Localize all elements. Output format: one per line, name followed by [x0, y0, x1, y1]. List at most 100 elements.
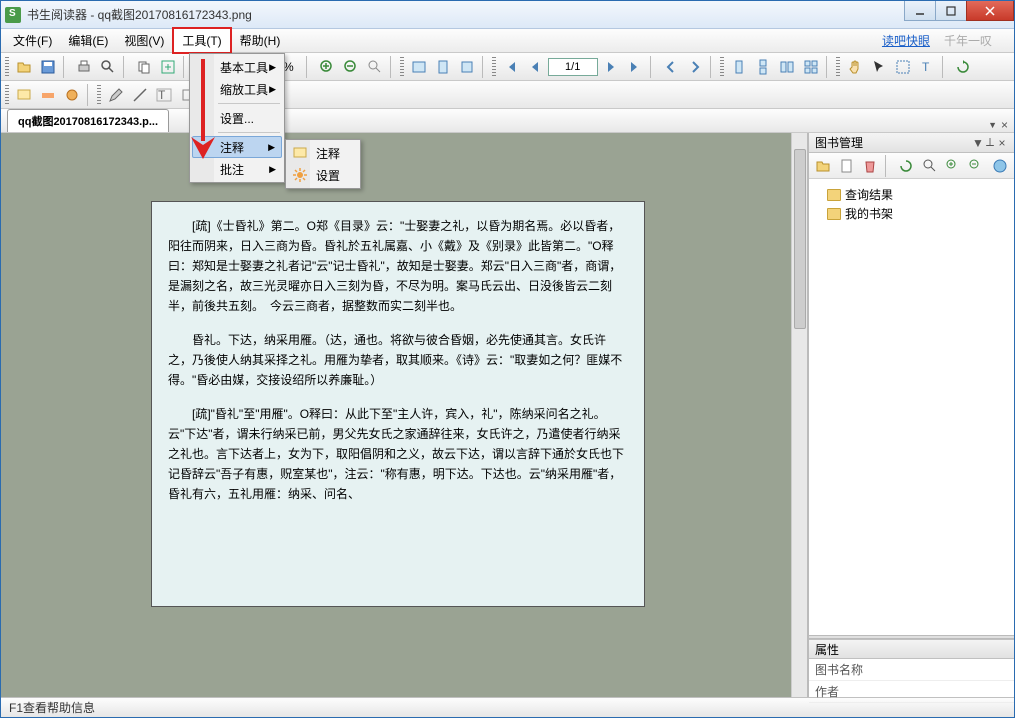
- titlebar: 书生阅读器 - qq截图20170816172343.png: [1, 1, 1014, 29]
- properties-title: 属性: [815, 641, 839, 658]
- submenu-settings[interactable]: 设置: [288, 164, 358, 186]
- submenu-annotate[interactable]: 注释: [288, 142, 358, 164]
- menu-basic-tools[interactable]: 基本工具▶: [192, 56, 282, 78]
- toolbar-grip[interactable]: [5, 85, 9, 105]
- layout-grid-icon[interactable]: [800, 56, 822, 78]
- page-indicator[interactable]: 1/1: [548, 58, 598, 76]
- toolbar-grip[interactable]: [720, 57, 724, 77]
- panel-refresh-icon[interactable]: [896, 155, 916, 177]
- panel-close-icon[interactable]: ×: [996, 136, 1008, 150]
- tab-close-icon[interactable]: ×: [1001, 118, 1008, 132]
- menu-tools[interactable]: 工具(T): [172, 27, 231, 54]
- menu-zoom-tools[interactable]: 缩放工具▶: [192, 78, 282, 100]
- zoom-region-icon[interactable]: [364, 56, 386, 78]
- folder-icon: [827, 189, 841, 201]
- doc-para-1: [疏]《士昏礼》第二。O郑《目录》云："士娶妻之礼，以昏为期名焉。必以昏者，阳往…: [168, 216, 628, 316]
- library-tree[interactable]: 查询结果 我的书架: [809, 179, 1014, 635]
- minimize-button[interactable]: [904, 1, 936, 21]
- menu-help[interactable]: 帮助(H): [232, 29, 289, 52]
- select-tool-icon[interactable]: [868, 56, 890, 78]
- rotate-icon[interactable]: [952, 56, 974, 78]
- toolbar-grip[interactable]: [5, 57, 9, 77]
- toolbar-grip[interactable]: [400, 57, 404, 77]
- panel-zoomout-icon[interactable]: [966, 155, 986, 177]
- prop-author-label: 作者: [809, 681, 879, 702]
- toolbar-annotate: T: [1, 81, 1014, 109]
- panel-zoomin-icon[interactable]: [943, 155, 963, 177]
- first-page-icon[interactable]: [500, 56, 522, 78]
- menu-view[interactable]: 视图(V): [116, 29, 172, 52]
- tools-dropdown: 基本工具▶ 缩放工具▶ 设置... 注释▶ 批注▶: [189, 53, 285, 183]
- doc-para-2: 昏礼。下达，纳采用雁。（达，通也。将欲与彼合昏姻，必先使通其言。女氏许之，乃後使…: [168, 330, 628, 390]
- marquee-tool-icon[interactable]: [892, 56, 914, 78]
- export-icon[interactable]: [157, 56, 179, 78]
- panel-title: 图书管理: [815, 134, 863, 151]
- panel-open-icon[interactable]: [813, 155, 833, 177]
- document-tab[interactable]: qq截图20170816172343.p...: [7, 109, 169, 132]
- toolbar-grip[interactable]: [492, 57, 496, 77]
- menu-markup[interactable]: 批注▶: [192, 158, 282, 180]
- svg-text:T: T: [158, 88, 166, 102]
- link-qiannian[interactable]: 千年一叹: [944, 32, 992, 49]
- doc-para-3: [疏]"昏礼"至"用雁"。O释曰：从此下至"主人许，宾入，礼"，陈纳采问名之礼。…: [168, 404, 628, 504]
- last-page-icon[interactable]: [624, 56, 646, 78]
- fit-page-icon[interactable]: [432, 56, 454, 78]
- panel-toolbar: [809, 153, 1014, 179]
- link-duba[interactable]: 读吧快眼: [882, 32, 930, 49]
- open-icon[interactable]: [13, 56, 35, 78]
- zoom-out-icon[interactable]: [340, 56, 362, 78]
- close-button[interactable]: [966, 1, 1014, 21]
- panel-delete-icon[interactable]: [860, 155, 880, 177]
- svg-text:T: T: [922, 60, 930, 74]
- copy-icon[interactable]: [133, 56, 155, 78]
- print-icon[interactable]: [73, 56, 95, 78]
- note-icon[interactable]: [13, 84, 35, 106]
- pencil-icon[interactable]: [105, 84, 127, 106]
- document-viewport[interactable]: [疏]《士昏礼》第二。O郑《目录》云："士娶妻之礼，以昏为期名焉。必以昏者，阳往…: [1, 133, 808, 697]
- folder-icon: [827, 208, 841, 220]
- maximize-button[interactable]: [935, 1, 967, 21]
- highlight-icon[interactable]: [37, 84, 59, 106]
- menubar: 文件(F) 编辑(E) 视图(V) 工具(T) 帮助(H) 读吧快眼 千年一叹: [1, 29, 1014, 53]
- side-panel: 图书管理 ▼ ⟂ × 查询结果 我的书架: [808, 133, 1014, 697]
- menu-edit[interactable]: 编辑(E): [60, 29, 116, 52]
- document-tabstrip: qq截图20170816172343.p... ▼ ×: [1, 109, 1014, 133]
- actual-size-icon[interactable]: [456, 56, 478, 78]
- note-icon: [292, 145, 308, 161]
- tab-dropdown-icon[interactable]: ▼: [988, 120, 997, 130]
- hand-tool-icon[interactable]: [844, 56, 866, 78]
- panel-search-icon[interactable]: [919, 155, 939, 177]
- layout-single-icon[interactable]: [728, 56, 750, 78]
- prev-page-icon[interactable]: [524, 56, 546, 78]
- line-icon[interactable]: [129, 84, 151, 106]
- layout-cont-icon[interactable]: [752, 56, 774, 78]
- panel-header: 图书管理 ▼ ⟂ ×: [809, 133, 1014, 153]
- forward-icon[interactable]: [684, 56, 706, 78]
- toolbar-grip[interactable]: [97, 85, 101, 105]
- menu-file[interactable]: 文件(F): [5, 29, 60, 52]
- layout-facing-icon[interactable]: [776, 56, 798, 78]
- toolbar-grip[interactable]: [836, 57, 840, 77]
- tree-item-query[interactable]: 查询结果: [813, 185, 1010, 204]
- prop-name-label: 图书名称: [809, 659, 879, 680]
- textbox-icon[interactable]: T: [153, 84, 175, 106]
- panel-new-icon[interactable]: [836, 155, 856, 177]
- toolbar-main: % 1/1 T: [1, 53, 1014, 81]
- stamp-icon[interactable]: [61, 84, 83, 106]
- text-select-icon[interactable]: T: [916, 56, 938, 78]
- panel-pin-icon[interactable]: ⟂: [984, 135, 996, 150]
- vertical-scrollbar[interactable]: [791, 133, 807, 697]
- next-page-icon[interactable]: [600, 56, 622, 78]
- menu-settings[interactable]: 设置...: [192, 107, 282, 129]
- menu-annotate[interactable]: 注释▶: [192, 136, 282, 158]
- tree-item-shelf[interactable]: 我的书架: [813, 204, 1010, 223]
- search-icon[interactable]: [97, 56, 119, 78]
- annotate-submenu: 注释 设置: [285, 139, 361, 189]
- save-icon[interactable]: [37, 56, 59, 78]
- panel-dropdown-icon[interactable]: ▼: [972, 136, 984, 150]
- properties-pane: 属性 图书名称 作者: [809, 639, 1014, 697]
- zoom-in-icon[interactable]: [316, 56, 338, 78]
- back-icon[interactable]: [660, 56, 682, 78]
- panel-world-icon[interactable]: [990, 155, 1010, 177]
- fit-width-icon[interactable]: [408, 56, 430, 78]
